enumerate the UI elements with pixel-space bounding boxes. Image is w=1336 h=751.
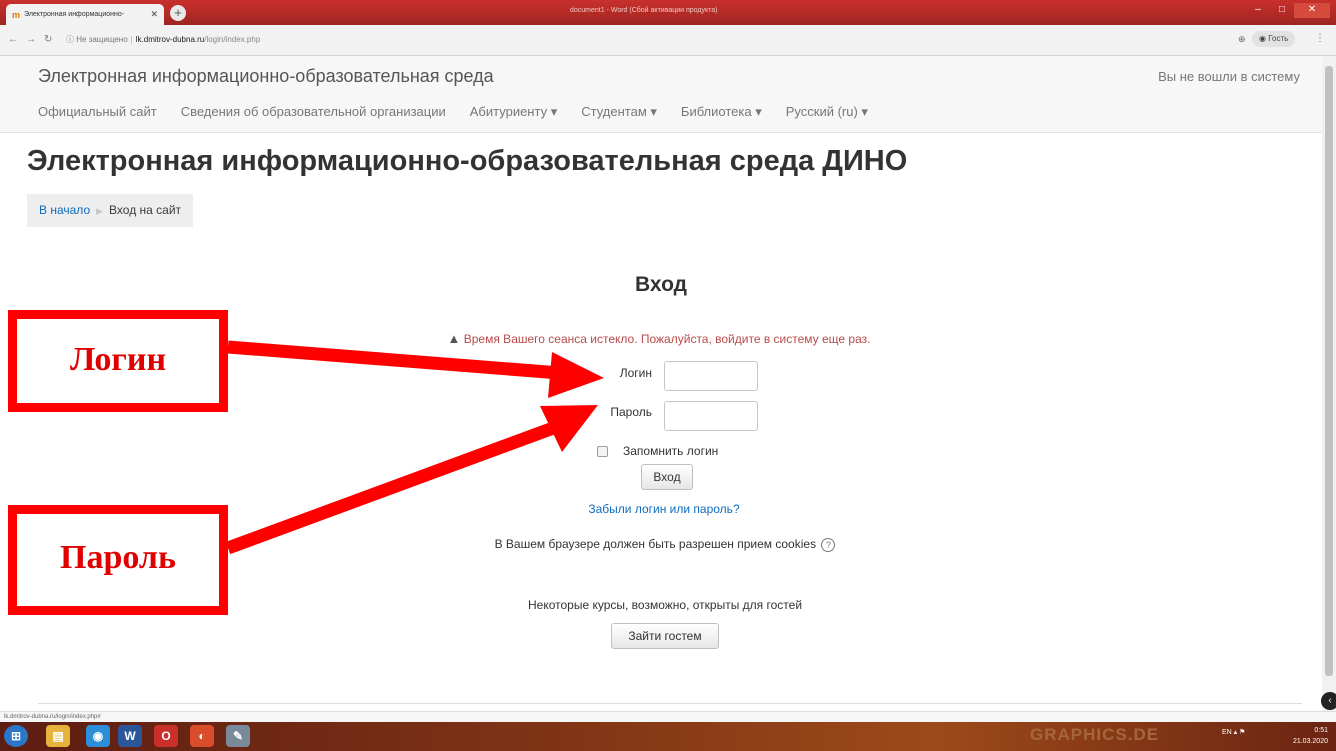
password-callout-box: Пароль xyxy=(8,505,228,615)
password-callout-text: Пароль xyxy=(60,539,176,576)
login-callout-box: Логин xyxy=(8,310,228,412)
login-callout-text: Логин xyxy=(69,341,167,378)
password-arrow xyxy=(225,405,598,555)
login-arrow xyxy=(227,340,604,398)
